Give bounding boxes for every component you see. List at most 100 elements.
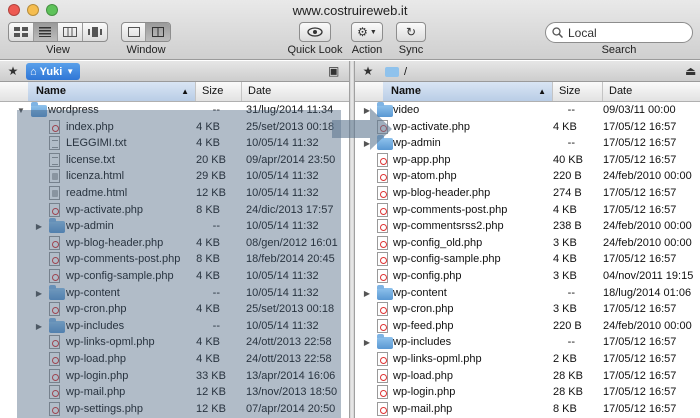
file-date: 17/05/12 16:57 (603, 137, 677, 150)
right-name-column-header[interactable]: Name ▲ (383, 82, 553, 101)
table-row[interactable]: wp-blog-header.php 274 B 17/05/12 16:57 (355, 185, 700, 202)
left-drawer-icon[interactable]: ▣ (328, 64, 342, 78)
php-file-icon (377, 401, 388, 416)
sort-ascending-icon: ▲ (181, 87, 189, 96)
sort-ascending-icon: ▲ (538, 87, 546, 96)
window-label: Window (126, 44, 166, 56)
file-name: wp-mail.php (393, 402, 453, 415)
file-name: wp-atom.php (393, 170, 457, 183)
window-mode-control (121, 22, 171, 42)
disclosure-closed-icon[interactable]: ▶ (362, 334, 372, 351)
column-view-button[interactable] (58, 23, 83, 41)
file-date: 17/05/12 16:57 (603, 353, 677, 365)
list-view-button[interactable] (33, 23, 58, 41)
file-name: wp-links-opml.php (393, 353, 482, 365)
left-date-column-header[interactable]: Date (242, 82, 349, 101)
file-name: wp-load.php (393, 369, 453, 382)
right-location-label: / (404, 65, 408, 78)
right-size-column-header[interactable]: Size (553, 82, 603, 101)
php-file-icon (377, 219, 388, 234)
file-date: 04/nov/2011 19:15 (603, 270, 694, 282)
left-name-column-header[interactable]: Name ▲ (28, 82, 196, 101)
file-size: 3 KB (553, 303, 577, 316)
sync-label: Sync (398, 44, 424, 56)
php-file-icon (377, 269, 388, 283)
icon-view-button[interactable] (9, 23, 34, 41)
file-date: 17/05/12 16:57 (603, 120, 677, 133)
left-path-bar: ★ ⌂ Yuki ▼ ▣ (0, 61, 349, 82)
table-row[interactable]: wp-load.php 28 KB 17/05/12 16:57 (355, 368, 700, 385)
file-date: 24/feb/2010 00:00 (603, 170, 692, 183)
quick-look-label: Quick Look (287, 44, 343, 56)
file-date: 17/05/12 16:57 (603, 187, 677, 199)
search-input[interactable] (568, 25, 688, 40)
table-row[interactable]: wp-config-sample.php 4 KB 17/05/12 16:57 (355, 251, 700, 268)
table-row[interactable]: wp-links-opml.php 2 KB 17/05/12 16:57 (355, 351, 700, 368)
table-row[interactable]: wp-activate.php 4 KB 17/05/12 16:57 (355, 119, 700, 136)
search-field[interactable] (545, 22, 693, 43)
file-name: video (393, 104, 420, 116)
action-button[interactable]: ⚙ ▼ (351, 22, 383, 42)
single-pane-button[interactable] (122, 23, 147, 41)
drag-selection-overlay (17, 110, 341, 418)
left-favorites-button[interactable]: ★ (4, 63, 22, 79)
disclosure-closed-icon[interactable]: ▶ (362, 285, 372, 302)
php-file-icon (377, 368, 388, 383)
table-row[interactable]: wp-atom.php 220 B 24/feb/2010 00:00 (355, 168, 700, 185)
table-row[interactable]: wp-config.php 3 KB 04/nov/2011 19:15 (355, 268, 700, 285)
file-name: wp-admin (393, 137, 441, 150)
right-favorites-button[interactable]: ★ (359, 63, 377, 79)
php-file-icon (377, 385, 388, 400)
file-date: 17/05/12 16:57 (603, 203, 677, 216)
table-row[interactable]: ▶ wp-includes -- 17/05/12 16:57 (355, 334, 700, 351)
right-eject-icon[interactable]: ⏏ (685, 64, 699, 78)
right-location-popup[interactable]: / (381, 63, 413, 80)
php-file-icon (377, 202, 388, 217)
right-file-list: ▶ video -- 09/03/11 00:00 wp-activate.php 4 K… (355, 102, 700, 418)
table-row[interactable]: wp-config_old.php 3 KB 24/feb/2010 00:00 (355, 235, 700, 252)
action-label: Action (351, 44, 383, 56)
table-row[interactable]: wp-comments-post.php 4 KB 17/05/12 16:57 (355, 202, 700, 219)
coverflow-view-button[interactable] (83, 23, 107, 41)
table-row[interactable]: ▶ wp-admin -- 17/05/12 16:57 (355, 135, 700, 152)
file-size: -- (567, 336, 575, 349)
file-date: 24/feb/2010 00:00 (603, 220, 692, 233)
file-date: 17/05/12 16:57 (603, 402, 677, 415)
table-row[interactable]: wp-commentsrss2.php 238 B 24/feb/2010 00:0… (355, 218, 700, 235)
file-name: wp-cron.php (393, 303, 454, 316)
file-size: 4 KB (553, 253, 577, 266)
file-date: 17/05/12 16:57 (603, 336, 677, 349)
left-location-popup[interactable]: ⌂ Yuki ▼ (26, 63, 81, 80)
table-row[interactable]: wp-login.php 28 KB 17/05/12 16:57 (355, 384, 700, 401)
file-name: wp-config_old.php (393, 236, 483, 249)
table-row[interactable]: wp-mail.php 8 KB 17/05/12 16:57 (355, 401, 700, 418)
dual-pane-icon (152, 27, 164, 37)
right-column-header: Name ▲ Size Date (355, 82, 700, 102)
file-size: 2 KB (553, 353, 577, 365)
file-size: 8 KB (553, 402, 577, 415)
quick-look-button[interactable] (299, 22, 331, 42)
table-row[interactable]: wp-cron.php 3 KB 17/05/12 16:57 (355, 301, 700, 318)
search-label: Search (601, 44, 637, 56)
file-date: 18/lug/2014 01:06 (603, 286, 692, 299)
table-row[interactable]: wp-app.php 40 KB 17/05/12 16:57 (355, 152, 700, 169)
search-icon (552, 27, 563, 38)
left-column-header: Name ▲ Size Date (0, 82, 349, 102)
file-name: wp-comments-post.php (393, 203, 508, 216)
table-row[interactable]: ▶ wp-content -- 18/lug/2014 01:06 (355, 284, 700, 302)
left-size-column-header[interactable]: Size (196, 82, 242, 101)
table-row[interactable]: ▶ video -- 09/03/11 00:00 (355, 102, 700, 119)
sync-button[interactable]: ↻ (396, 22, 426, 42)
file-size: -- (567, 286, 575, 299)
file-size: -- (567, 104, 575, 116)
table-row[interactable]: wp-feed.php 220 B 24/feb/2010 00:00 (355, 318, 700, 335)
columns-icon (62, 27, 77, 37)
dual-pane-button[interactable] (146, 23, 170, 41)
php-file-icon (377, 252, 388, 267)
right-date-column-header[interactable]: Date (603, 82, 700, 101)
file-size: 40 KB (553, 153, 583, 166)
file-name: wp-feed.php (393, 319, 454, 332)
eye-icon (307, 27, 323, 37)
file-name: wp-app.php (393, 153, 451, 166)
file-date: 17/05/12 16:57 (603, 369, 677, 382)
